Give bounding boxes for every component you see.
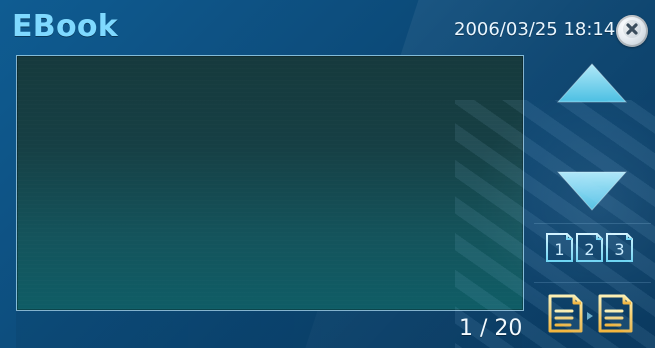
- datetime: 2006/03/25 18:14: [454, 19, 616, 40]
- divider: [534, 282, 651, 283]
- page-indicator: 1 / 20: [459, 316, 523, 341]
- page-number-1: 1: [554, 240, 564, 259]
- divider: [534, 223, 651, 224]
- arrow-up-icon: [556, 62, 628, 106]
- page-up-button[interactable]: [556, 62, 628, 106]
- document-to-document-button[interactable]: [540, 286, 636, 341]
- ebook-content-area[interactable]: [16, 55, 524, 311]
- arrow-down-icon: [556, 168, 628, 212]
- page-number-2: 2: [584, 240, 594, 259]
- close-button[interactable]: [616, 15, 648, 47]
- page-number-3: 3: [614, 240, 624, 259]
- status-bar: [16, 311, 522, 348]
- page-down-button[interactable]: [556, 168, 628, 212]
- app-title: EBook: [12, 9, 119, 44]
- document-to-document-icon: [540, 286, 636, 341]
- ebook-window: EBook 2006/03/25 18:14 1 / 20 1 2 3: [0, 0, 655, 348]
- page-numbers-icon: 1 2 3: [540, 226, 636, 268]
- page-number-button[interactable]: 1 2 3: [540, 226, 636, 268]
- close-icon: [622, 19, 642, 43]
